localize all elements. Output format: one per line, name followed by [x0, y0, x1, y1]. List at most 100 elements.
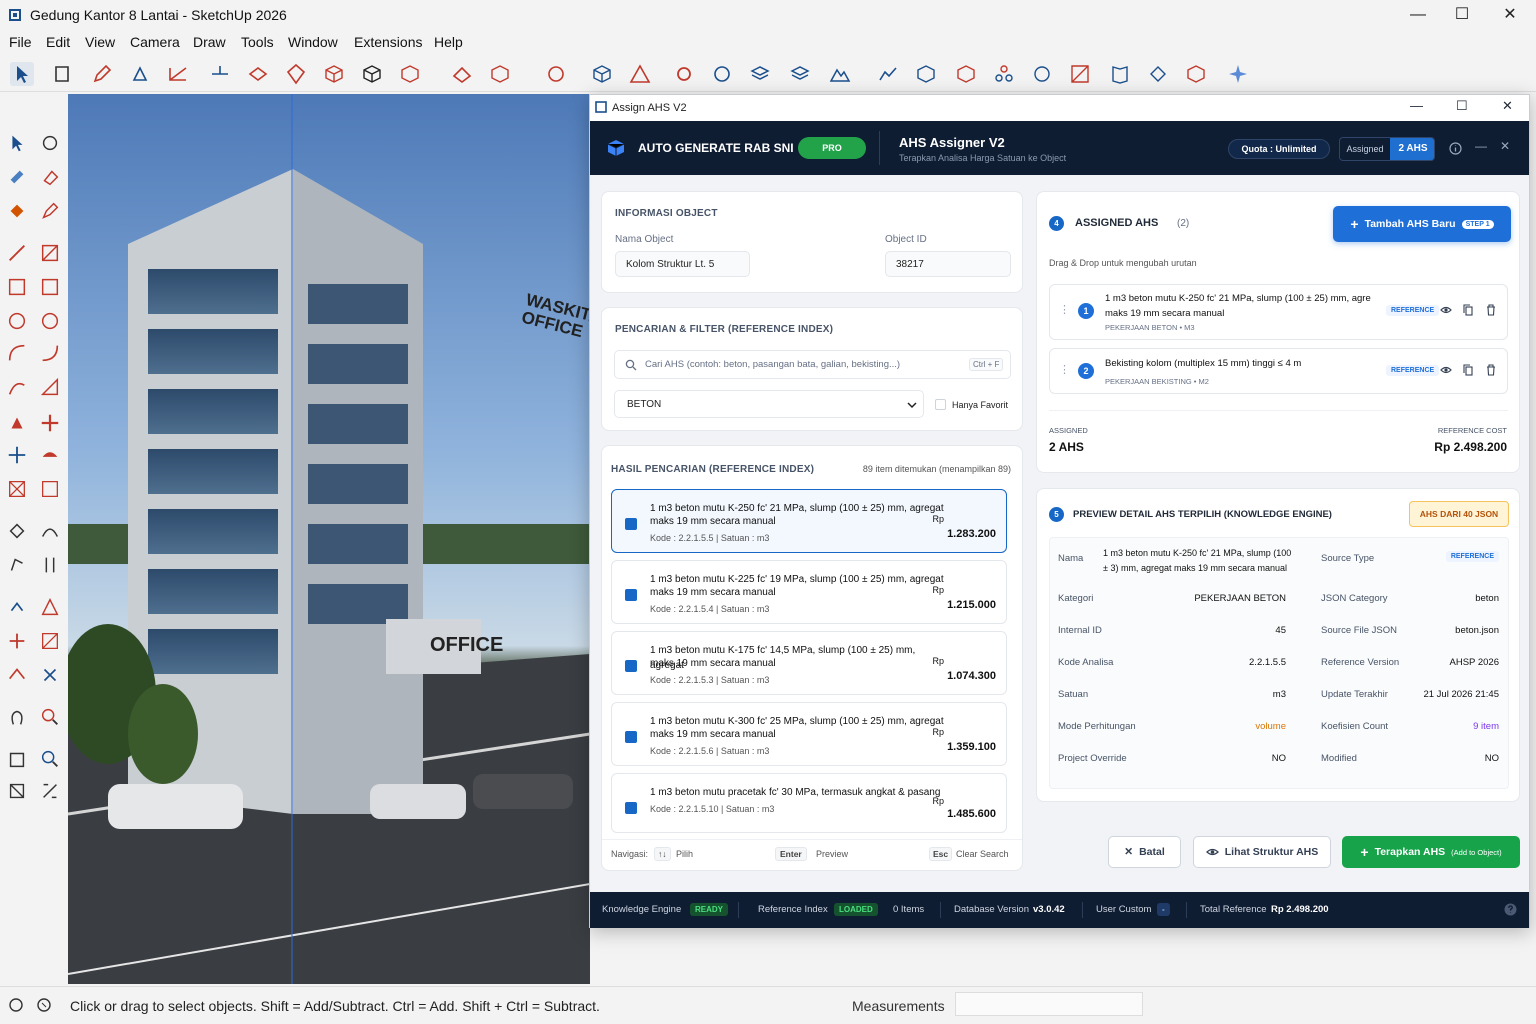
section-icon[interactable] — [488, 62, 512, 86]
menu-camera[interactable]: Camera — [130, 34, 180, 50]
copy-icon[interactable] — [1463, 364, 1473, 376]
result-item[interactable]: 1 m3 beton mutu pracetak fc' 30 MPa, ter… — [611, 773, 1007, 833]
eraser-shape-icon[interactable] — [50, 62, 74, 86]
stamp-icon[interactable] — [39, 664, 61, 686]
look-around-icon[interactable] — [39, 630, 61, 652]
paint-icon[interactable] — [6, 166, 28, 188]
result-item[interactable]: 1 m3 beton mutu K-300 fc' 25 MPa, slump … — [611, 702, 1007, 766]
drag-handle-icon[interactable]: ⋮ — [1059, 303, 1070, 316]
select-icon[interactable] — [6, 132, 28, 154]
rectangle-icon[interactable] — [6, 276, 28, 298]
components-panel-icon[interactable] — [6, 780, 28, 802]
select-tool-icon[interactable] — [10, 62, 34, 86]
push-pull-icon[interactable] — [246, 62, 270, 86]
drag-handle-icon[interactable]: ⋮ — [1059, 363, 1070, 376]
trash-icon[interactable] — [1486, 364, 1496, 376]
warning-icon[interactable] — [628, 62, 652, 86]
zoom-extents-icon[interactable] — [39, 780, 61, 802]
bucket-icon[interactable] — [6, 200, 28, 222]
eye-icon[interactable] — [1440, 365, 1452, 375]
help-icon[interactable] — [1504, 903, 1517, 916]
rotated-rect-icon[interactable] — [39, 276, 61, 298]
result-item[interactable]: 1 m3 beton mutu K-250 fc' 21 MPa, slump … — [611, 489, 1007, 553]
category-select[interactable]: BETON — [614, 390, 924, 418]
box-icon[interactable] — [360, 62, 384, 86]
assigned-item[interactable]: ⋮ 1 1 m3 beton mutu K-250 fc' 21 MPa, sl… — [1049, 284, 1508, 340]
measurements-input[interactable] — [955, 992, 1143, 1016]
text-icon[interactable] — [6, 554, 28, 576]
section-plane-icon[interactable] — [39, 596, 61, 618]
group-icon[interactable] — [450, 62, 474, 86]
dialog-close-button[interactable]: ✕ — [1502, 98, 1513, 114]
dialog-maximize-button[interactable]: ☐ — [1456, 98, 1468, 114]
menu-edit[interactable]: Edit — [46, 34, 70, 50]
result-checkbox[interactable] — [625, 802, 637, 814]
tag-icon[interactable] — [39, 200, 61, 222]
menu-extensions[interactable]: Extensions — [354, 34, 422, 50]
layers-icon[interactable] — [748, 62, 772, 86]
book-icon[interactable] — [1108, 62, 1132, 86]
favorite-checkbox[interactable] — [935, 399, 946, 410]
tape-icon[interactable] — [6, 520, 28, 542]
object-name-field[interactable]: Kolom Struktur Lt. 5 — [615, 251, 750, 277]
settings-cube-icon[interactable] — [1184, 62, 1208, 86]
info-icon[interactable] — [1449, 142, 1462, 155]
position-camera-icon[interactable] — [6, 630, 28, 652]
iso-view-icon[interactable] — [590, 62, 614, 86]
dimension-tool-icon[interactable] — [39, 554, 61, 576]
assigned-item[interactable]: ⋮ 2 Bekisting kolom (multiplex 15 mm) ti… — [1049, 348, 1508, 394]
terrain-icon[interactable] — [828, 62, 852, 86]
offset-icon[interactable] — [39, 478, 61, 500]
menu-draw[interactable]: Draw — [193, 34, 226, 50]
move-icon[interactable] — [284, 62, 308, 86]
result-item[interactable]: 1 m3 beton mutu K-225 fc' 19 MPa, slump … — [611, 560, 1007, 624]
nodes-icon[interactable] — [1030, 62, 1054, 86]
menu-window[interactable]: Window — [288, 34, 338, 50]
paint-bucket-icon[interactable] — [128, 62, 152, 86]
push-tool-icon[interactable] — [39, 412, 61, 434]
chart-icon[interactable] — [876, 62, 900, 86]
result-checkbox[interactable] — [625, 660, 637, 672]
protractor-icon[interactable] — [39, 520, 61, 542]
circle-icon[interactable] — [6, 310, 28, 332]
zoom-window-icon[interactable] — [39, 706, 61, 728]
polygon-icon[interactable] — [39, 310, 61, 332]
result-checkbox[interactable] — [625, 589, 637, 601]
menu-file[interactable]: File — [9, 34, 32, 50]
zoom-icon[interactable] — [39, 748, 61, 770]
solid-icon[interactable] — [914, 62, 938, 86]
apply-ahs-button[interactable]: + Terapkan AHS (Add to Object) — [1342, 836, 1520, 868]
header-minimize-icon[interactable]: — — [1475, 139, 1487, 153]
add-ahs-button[interactable]: + Tambah AHS Baru STEP 1 — [1333, 206, 1511, 242]
menu-view[interactable]: View — [85, 34, 115, 50]
maximize-button[interactable]: ☐ — [1450, 4, 1474, 26]
arc2-icon[interactable] — [39, 342, 61, 364]
freehand-icon[interactable] — [6, 376, 28, 398]
minimize-button[interactable]: — — [1406, 4, 1430, 26]
building-tool-icon[interactable] — [6, 748, 28, 770]
rect-icon[interactable] — [39, 242, 61, 264]
rotate-icon[interactable] — [6, 444, 28, 466]
close-button[interactable]: ✕ — [1498, 4, 1522, 26]
line-icon[interactable] — [6, 242, 28, 264]
credits-icon[interactable] — [36, 997, 52, 1013]
menu-help[interactable]: Help — [434, 34, 463, 50]
menu-tools[interactable]: Tools — [241, 34, 274, 50]
eraser-icon[interactable] — [39, 166, 61, 188]
sandbox-icon[interactable] — [6, 664, 28, 686]
component-icon[interactable] — [398, 62, 422, 86]
stack-icon[interactable] — [788, 62, 812, 86]
scale-icon[interactable] — [6, 478, 28, 500]
pie-icon[interactable] — [39, 376, 61, 398]
cancel-button[interactable]: ✕ Batal — [1108, 836, 1181, 868]
walk-icon[interactable] — [6, 596, 28, 618]
result-checkbox[interactable] — [625, 731, 637, 743]
view-structure-button[interactable]: Lihat Struktur AHS — [1193, 836, 1331, 868]
export-icon[interactable] — [1146, 62, 1170, 86]
object-id-field[interactable]: 38217 — [885, 251, 1011, 277]
geo-icon[interactable] — [8, 997, 24, 1013]
result-item[interactable]: 1 m3 beton mutu K-175 fc' 14,5 MPa, slum… — [611, 631, 1007, 695]
follow-me-icon[interactable] — [39, 444, 61, 466]
arc-icon[interactable] — [6, 342, 28, 364]
search-input[interactable]: Cari AHS (contoh: beton, pasangan bata, … — [614, 350, 1011, 379]
